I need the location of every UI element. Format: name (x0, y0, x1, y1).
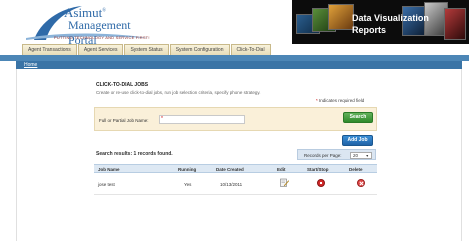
column-header-edit: Edit (277, 167, 286, 172)
chevron-down-icon: ▼ (365, 154, 369, 158)
banner-title-line2: Reports (352, 25, 387, 35)
page-description: Create or re-use click-to-dial jobs, run… (96, 90, 261, 95)
stop-icon[interactable] (317, 179, 325, 187)
main-tabs: Agent Transactions Agent Services System… (22, 44, 272, 55)
report-thumbnail (328, 4, 354, 30)
edit-icon[interactable] (280, 178, 289, 187)
tab-system-status[interactable]: System Status (124, 44, 169, 55)
data-visualization-banner[interactable]: Data Visualization Reports (292, 0, 469, 44)
report-thumbnail (444, 8, 466, 40)
job-name-label: Full or Partial Job Name: (99, 118, 149, 123)
jobs-table-header: Job Name Running Date Created Edit Start… (94, 164, 377, 173)
banner-title-line1: Data Visualization (352, 13, 429, 23)
header: Asimut® Management Portal PUTTING TECHNO… (0, 0, 469, 47)
tab-agent-transactions[interactable]: Agent Transactions (22, 44, 77, 55)
column-header-job-name[interactable]: Job Name (98, 167, 120, 172)
job-name-required-star: * (161, 116, 163, 122)
required-note-text: Indicates required field (319, 98, 365, 103)
column-header-delete: Delete (349, 167, 363, 172)
column-header-date-created[interactable]: Date Created (216, 167, 244, 172)
breadcrumb: Home (16, 61, 462, 69)
add-job-button[interactable]: Add Job (342, 135, 373, 146)
records-per-page: Records per Page: 20 ▼ (297, 149, 376, 160)
required-field-note: * Indicates required field (316, 98, 364, 103)
breadcrumb-home-link[interactable]: Home (24, 62, 37, 68)
cell-running: Yes (184, 182, 192, 187)
tab-system-configuration[interactable]: System Configuration (169, 44, 230, 55)
search-panel: Full or Partial Job Name: * Search (94, 107, 377, 131)
column-header-running[interactable]: Running (178, 167, 196, 172)
table-row: jose test Yes 10/13/2011 (94, 173, 377, 195)
asimut-logo[interactable]: Asimut® Management Portal PUTTING TECHNO… (20, 2, 160, 47)
cell-date-created: 10/13/2011 (220, 182, 243, 187)
records-per-page-select[interactable]: 20 ▼ (350, 152, 372, 159)
search-button[interactable]: Search (343, 112, 373, 123)
required-star: * (316, 98, 318, 103)
records-per-page-label: Records per Page: (304, 153, 342, 158)
logo-tagline: PUTTING TECHNOLOGY AND SERVICE FIRST! (54, 35, 150, 40)
column-header-start-stop: Start/Stop (307, 167, 329, 172)
delete-icon[interactable] (357, 179, 365, 187)
records-per-page-value: 20 (353, 153, 359, 158)
cell-job-name[interactable]: jose test (98, 182, 115, 187)
job-name-input[interactable] (159, 115, 245, 124)
tab-agent-services[interactable]: Agent Services (77, 44, 124, 55)
tab-click-to-dial[interactable]: Click-To-Dial (230, 44, 271, 55)
search-results-summary: Search results: 1 records found. (96, 151, 173, 157)
page-title: CLICK-TO-DIAL JOBS (96, 82, 149, 88)
